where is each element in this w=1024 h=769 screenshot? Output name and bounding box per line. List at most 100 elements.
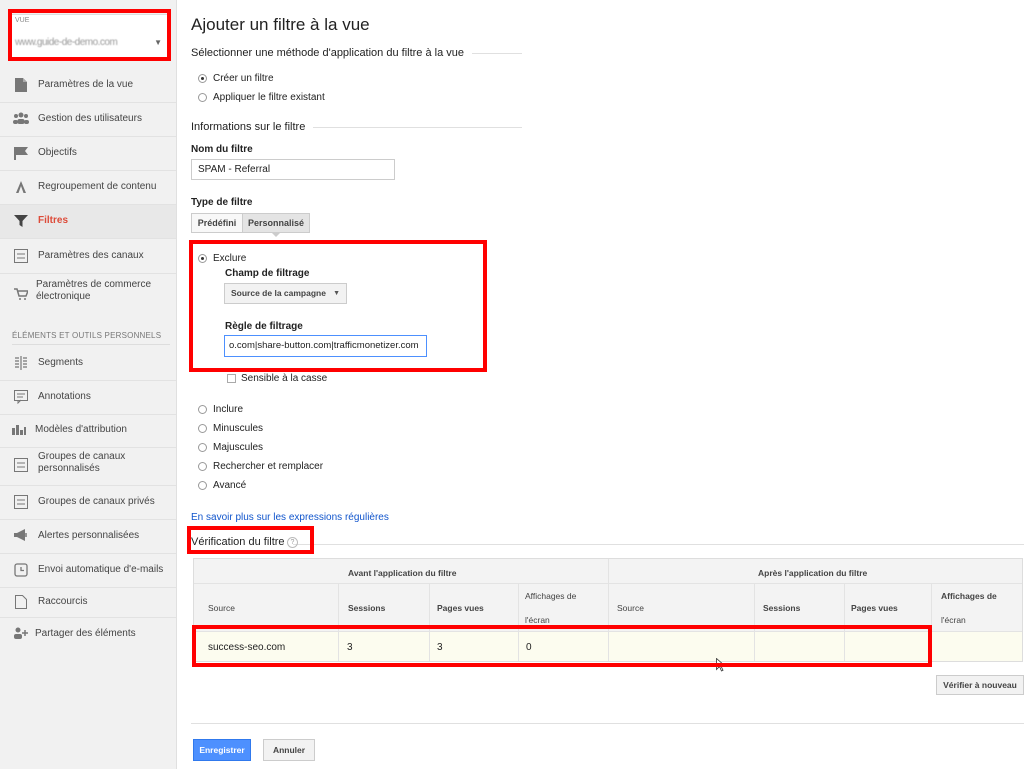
mouse-cursor-icon (716, 658, 726, 672)
private-channel-icon (13, 495, 29, 509)
sidebar-item-custom-channel-groups[interactable]: Groupes de canaux personnalisés (0, 446, 176, 486)
verify-section-title: Vérification du filtre ? (191, 536, 298, 548)
include-radio[interactable] (198, 405, 207, 414)
advanced-label: Avancé (213, 480, 247, 491)
regex-help-link[interactable]: En savoir plus sur les expressions régul… (191, 512, 389, 523)
filter-rule-label: Règle de filtrage (225, 321, 303, 332)
filter-name-input[interactable]: SPAM - Referral (191, 159, 395, 180)
col-screen-after-2: l'écran (941, 615, 966, 625)
cart-icon (13, 288, 30, 302)
channel-group-icon (13, 458, 29, 472)
cancel-button[interactable]: Annuler (263, 739, 315, 761)
existing-filter-label: Appliquer le filtre existant (213, 92, 325, 103)
filter-rule-input[interactable]: o.com|share-button.com|trafficmonetizer.… (224, 335, 427, 357)
sidebar-item-filters[interactable]: Filtres (0, 205, 176, 239)
uppercase-radio[interactable] (198, 443, 207, 452)
annotation-icon (13, 390, 29, 405)
search-replace-radio[interactable] (198, 462, 207, 471)
view-selector[interactable]: VUE www.guide-de-demo.com ▼ (10, 14, 168, 58)
method-section-title: Sélectionner une méthode d'application d… (191, 47, 473, 59)
page-title: Ajouter un filtre à la vue (191, 15, 370, 34)
filter-field-select[interactable]: Source de la campagne ▼ (224, 283, 347, 304)
sidebar-item-label: Objectifs (38, 147, 77, 158)
case-sensitive-label: Sensible à la casse (241, 373, 328, 384)
flag-icon (13, 146, 29, 160)
save-button[interactable]: Enregistrer (193, 739, 251, 761)
sidebar-item-custom-alerts[interactable]: Alertes personnalisées (0, 520, 176, 554)
bar-chart-icon (11, 423, 27, 437)
divider (191, 723, 1024, 724)
sidebar-item-channel-settings[interactable]: Paramètres des canaux (0, 240, 176, 274)
sidebar-item-label: Annotations (38, 391, 91, 402)
section-header: ÉLÉMENTS ET OUTILS PERSONNELS (12, 331, 162, 340)
sidebar-item-label: Envoi automatique d'e-mails (38, 564, 164, 575)
create-filter-radio[interactable] (198, 74, 207, 83)
clock-icon (13, 563, 29, 577)
lowercase-radio[interactable] (198, 424, 207, 433)
channel-icon (13, 249, 29, 263)
advanced-radio[interactable] (198, 481, 207, 490)
sidebar-item-label: Paramètres de la vue (38, 79, 134, 90)
uppercase-label: Majuscules (213, 442, 264, 453)
verification-table: Avant l'application du filtre Après l'ap… (193, 558, 1023, 662)
sidebar-item-label: Paramètres de commerce électronique (36, 279, 152, 302)
chevron-down-icon: ▼ (154, 38, 162, 47)
sidebar-item-label: Regroupement de contenu (38, 181, 157, 192)
help-icon[interactable]: ? (287, 537, 298, 548)
sidebar-item-goals[interactable]: Objectifs (0, 137, 176, 171)
document-icon (13, 78, 29, 92)
users-icon (13, 112, 29, 126)
chevron-down-icon: ▼ (333, 290, 340, 297)
lowercase-label: Minuscules (213, 423, 264, 434)
sidebar-item-label: Groupes de canaux personnalisés (38, 451, 126, 474)
filter-field-label: Champ de filtrage (225, 268, 310, 279)
info-section-title: Informations sur le filtre (191, 121, 314, 133)
sidebar-item-private-channel-groups[interactable]: Groupes de canaux privés (0, 486, 176, 520)
existing-filter-radio[interactable] (198, 93, 207, 102)
verify-title-text: Vérification du filtre (191, 536, 285, 548)
sidebar-item-label: Alertes personnalisées (38, 530, 140, 541)
sidebar-item-label: Raccourcis (38, 596, 88, 607)
sidebar-item-ecommerce[interactable]: Paramètres de commerce électronique (0, 274, 176, 318)
filter-icon (13, 214, 29, 228)
sidebar-item-label: Partager des éléments (35, 628, 136, 639)
col-screen-after-1: Affichages de (941, 591, 997, 601)
col-pages-before: Pages vues (437, 603, 484, 613)
create-filter-label: Créer un filtre (213, 73, 274, 84)
divider (12, 344, 170, 345)
sidebar-item-segments[interactable]: Segments (0, 347, 176, 381)
tab-pointer (271, 232, 281, 237)
sidebar-item-content-grouping[interactable]: Regroupement de contenu (0, 171, 176, 205)
sidebar-item-label: Paramètres des canaux (38, 250, 144, 261)
sidebar-item-attribution[interactable]: Modèles d'attribution (0, 414, 176, 448)
col-screen-before-2: l'écran (525, 615, 550, 625)
sidebar-item-label: Filtres (38, 215, 69, 226)
sidebar-item-shortcuts[interactable]: Raccourcis (0, 586, 176, 618)
view-label: VUE (15, 17, 30, 24)
segments-icon (13, 356, 29, 370)
sidebar-item-label: Groupes de canaux privés (38, 496, 155, 507)
verify-again-button[interactable]: Vérifier à nouveau (936, 675, 1024, 695)
col-sessions-after: Sessions (763, 603, 801, 613)
sidebar-item-share-assets[interactable]: Partager des éléments (0, 618, 176, 652)
custom-tab[interactable]: Personnalisé (242, 213, 310, 233)
sidebar-item-label: Gestion des utilisateurs (38, 113, 142, 124)
predefined-tab[interactable]: Prédéfini (191, 213, 243, 233)
sidebar-item-annotations[interactable]: Annotations (0, 381, 176, 415)
sidebar-item-users[interactable]: Gestion des utilisateurs (0, 103, 176, 137)
filter-field-value: Source de la campagne (231, 288, 326, 298)
sidebar-item-view-settings[interactable]: Paramètres de la vue (0, 69, 176, 103)
view-value: www.guide-de-demo.com (15, 37, 118, 48)
case-sensitive-checkbox[interactable] (227, 374, 236, 383)
shortcut-icon (13, 595, 29, 609)
exclude-radio[interactable] (198, 254, 207, 263)
include-label: Inclure (213, 404, 244, 415)
sidebar-item-label: Segments (38, 357, 84, 368)
col-source-before: Source (208, 603, 235, 613)
sidebar: VUE www.guide-de-demo.com ▼ Paramètres d… (0, 0, 177, 769)
sidebar-item-scheduled-emails[interactable]: Envoi automatique d'e-mails (0, 554, 176, 588)
col-screen-before-1: Affichages de (525, 591, 577, 601)
cell-screen: 0 (526, 642, 532, 653)
person-run-icon (13, 180, 29, 194)
before-header: Avant l'application du filtre (348, 568, 457, 578)
